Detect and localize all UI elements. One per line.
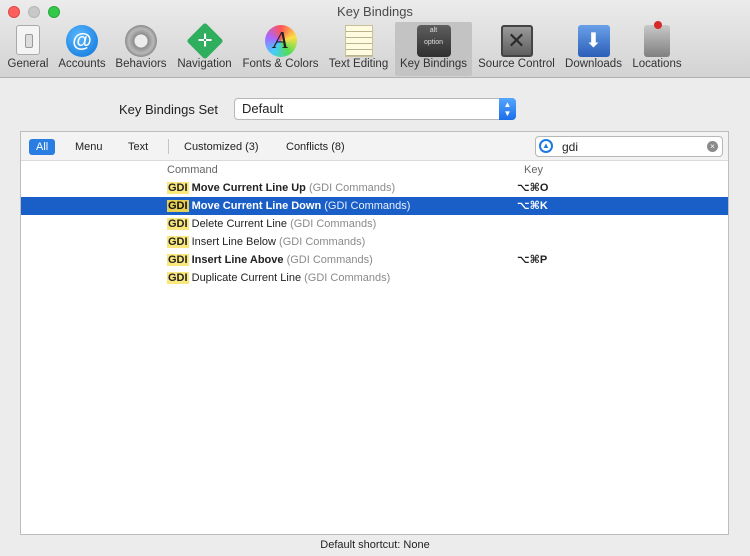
general-switch-icon [16,25,40,55]
table-row[interactable]: GDI Insert Line Below (GDI Commands) [21,233,728,251]
command-group: (GDI Commands) [305,182,396,194]
filter-menu-button[interactable]: Menu [68,139,110,155]
toolbar-label: Fonts & Colors [242,58,319,70]
filter-conflicts-button[interactable]: Conflicts (8) [279,139,352,155]
key-shortcut[interactable]: ⌥⌘K [517,197,548,215]
toolbar-item-fonts-colors[interactable]: A Fonts & Colors [239,22,322,76]
key-bindings-set-value: Default [242,101,284,116]
command-group: (GDI Commands) [287,218,377,230]
filter-divider [168,139,169,154]
table-row[interactable]: GDI Insert Line Above (GDI Commands) ⌥⌘P [21,251,728,269]
search-options-icon[interactable]: ▲ [539,139,553,153]
stepper-up-icon: ▲ [503,100,512,109]
command-group: (GDI Commands) [283,254,373,266]
preferences-window: Key Bindings General @ Accounts Behavior… [0,0,750,556]
stepper-down-icon: ▼ [503,109,512,118]
command-group: (GDI Commands) [321,200,411,212]
command-cell: GDI Insert Line Above (GDI Commands) [167,251,373,269]
key-bindings-set-popup[interactable]: Default ▲ ▼ [234,98,516,120]
search-match-highlight: GDI [167,272,189,284]
search-match-highlight: GDI [167,236,189,248]
command-name: Duplicate Current Line [188,272,302,284]
toolbar-label: Source Control [478,58,555,70]
downloads-tray-icon [577,25,610,57]
joystick-drive-icon [644,21,670,57]
source-control-box-icon [500,25,533,57]
toolbar-label: Text Editing [328,58,389,70]
toolbar-item-source-control[interactable]: Source Control [475,22,558,76]
at-sign-icon: @ [66,25,98,57]
toolbar-label: Locations [632,58,682,70]
command-group: (GDI Commands) [276,236,366,248]
default-shortcut-status: Default shortcut: None [320,539,430,551]
keyboard-key-icon: alt option [416,25,451,57]
toolbar-item-locations[interactable]: Locations [628,21,686,76]
filter-bar: All Menu Text Customized (3) Conflicts (… [21,132,728,161]
key-glyph-bottom: option [423,39,444,46]
table-row[interactable]: GDI Move Current Line Down (GDI Commands… [21,197,728,215]
toolbar-item-general[interactable]: General [4,22,52,76]
command-name: Delete Current Line [188,218,288,230]
table-row[interactable]: GDI Move Current Line Up (GDI Commands) … [21,179,728,197]
toolbar-item-text-editing[interactable]: Text Editing [325,22,392,76]
key-shortcut[interactable]: ⌥⌘P [517,251,547,269]
gear-icon [125,25,157,57]
toolbar-item-downloads[interactable]: Downloads [562,22,625,76]
title-bar: Key Bindings General @ Accounts Behavior… [0,0,750,78]
popup-stepper-icon: ▲ ▼ [499,98,516,120]
command-cell: GDI Duplicate Current Line (GDI Commands… [167,269,390,287]
command-name: Insert Line Above [188,254,284,266]
key-bindings-panel: All Menu Text Customized (3) Conflicts (… [20,131,729,535]
navigation-arrows-icon [185,22,224,60]
filter-all-button[interactable]: All [29,139,56,155]
command-cell: GDI Move Current Line Up (GDI Commands) [167,179,395,197]
command-cell: GDI Move Current Line Down (GDI Commands… [167,197,410,215]
toolbar-item-accounts[interactable]: @ Accounts [55,22,109,76]
search-input[interactable] [562,139,692,154]
search-match-highlight: GDI [167,182,189,194]
toolbar-label: Behaviors [115,58,167,70]
column-header-key[interactable]: Key [524,164,543,176]
search-match-highlight: GDI [167,218,189,230]
search-match-highlight: GDI [167,254,189,266]
filter-customized-button[interactable]: Customized (3) [177,139,266,155]
command-name: Move Current Line Up [188,182,306,194]
command-name: Move Current Line Down [188,200,322,212]
toolbar-label: Navigation [177,58,232,70]
command-name: Insert Line Below [188,236,276,248]
toolbar-label: General [7,58,49,70]
column-header-command[interactable]: Command [167,164,218,176]
clear-search-icon[interactable]: × [707,141,718,152]
filter-text-button[interactable]: Text [121,139,155,155]
toolbar-item-behaviors[interactable]: Behaviors [113,22,169,76]
table-row[interactable]: GDI Delete Current Line (GDI Commands) [21,215,728,233]
key-bindings-set-label: Key Bindings Set [119,102,219,117]
command-cell: GDI Insert Line Below (GDI Commands) [167,233,365,251]
bindings-table: GDI Move Current Line Up (GDI Commands) … [21,179,728,287]
toolbar-item-navigation[interactable]: Navigation [173,22,236,76]
font-color-wheel-icon: A [264,25,297,57]
search-match-highlight: GDI [167,200,189,212]
window-title: Key Bindings [337,4,413,19]
search-field[interactable]: ▲ × [535,136,723,157]
table-row[interactable]: GDI Duplicate Current Line (GDI Commands… [21,269,728,287]
toolbar-label: Key Bindings [399,58,468,70]
command-cell: GDI Delete Current Line (GDI Commands) [167,215,376,233]
toolbar-label: Downloads [565,58,622,70]
text-page-pencil-icon [344,25,373,57]
key-shortcut[interactable]: ⌥⌘O [517,179,548,197]
command-group: (GDI Commands) [301,272,391,284]
toolbar-label: Accounts [58,58,106,70]
toolbar-item-key-bindings[interactable]: alt option Key Bindings [395,22,472,76]
key-glyph-top: alt [429,27,438,34]
